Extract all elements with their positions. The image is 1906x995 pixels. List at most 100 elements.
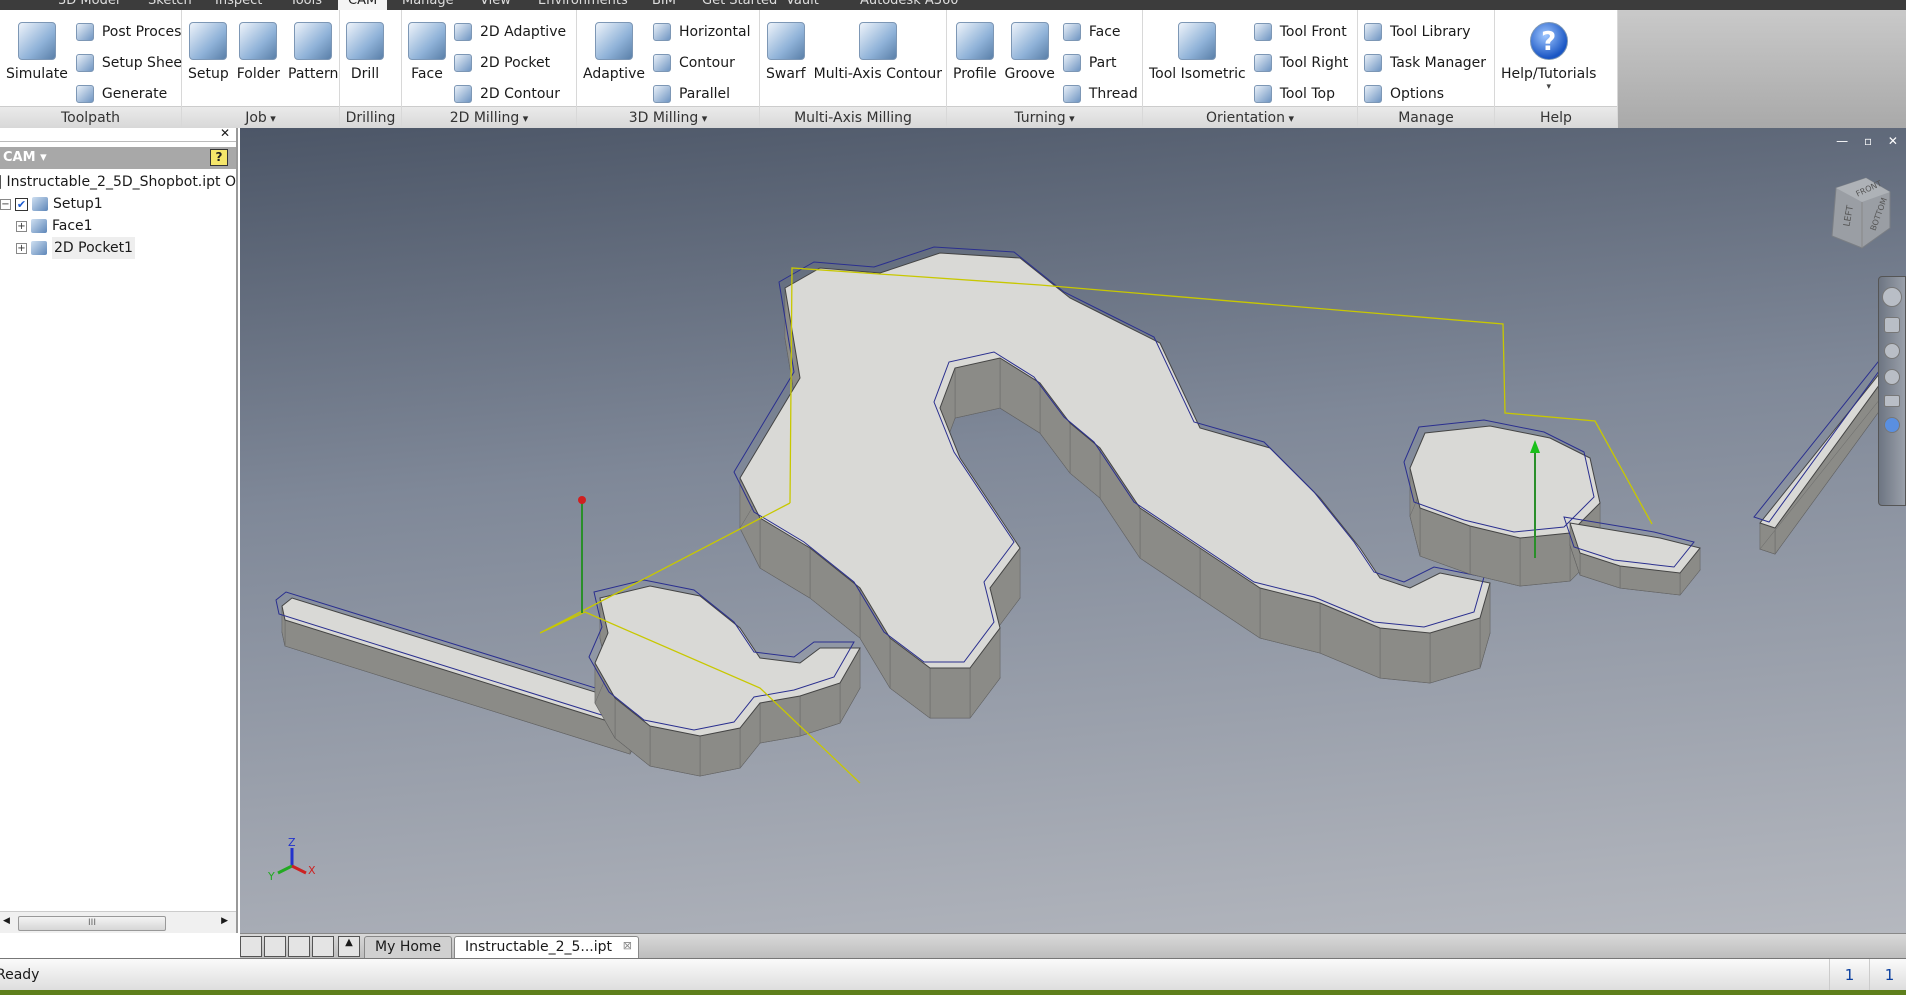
steering-wheel-icon[interactable] <box>1882 287 1902 307</box>
button-stack: 2D Adaptive 2D Pocket 2D Contour <box>450 14 570 111</box>
tab-3d-model[interactable]: 3D Model <box>58 0 119 8</box>
simulate-button[interactable]: Simulate <box>2 20 72 84</box>
part-button[interactable]: Part <box>1062 47 1138 78</box>
tab-tools[interactable]: Tools <box>290 0 322 8</box>
group-label[interactable]: Job ▾ <box>182 106 339 128</box>
part-icon <box>0 175 2 189</box>
tab-vault[interactable]: Vault <box>786 0 819 8</box>
task-manager-button[interactable]: Task Manager <box>1364 47 1486 78</box>
thread-button[interactable]: Thread <box>1062 78 1138 109</box>
setup-button[interactable]: Setup <box>184 20 233 84</box>
tab-my-home[interactable]: My Home <box>364 936 453 958</box>
tool-isometric-button[interactable]: Tool Isometric <box>1145 20 1250 84</box>
document-list-icon[interactable]: ▲ <box>338 936 360 957</box>
button-stack: Face Part Thread <box>1059 14 1142 111</box>
tab-sketch[interactable]: Sketch <box>148 0 192 8</box>
group-label[interactable]: Orientation ▾ <box>1143 106 1357 128</box>
group-label[interactable]: 2D Milling ▾ <box>402 106 576 128</box>
groove-icon <box>1010 22 1049 60</box>
generate-button[interactable]: Generate <box>75 78 189 109</box>
adaptive-button[interactable]: Adaptive <box>579 20 649 84</box>
tab-document[interactable]: Instructable_2_5...ipt ⊠ <box>454 936 639 958</box>
button-label: Face <box>411 66 443 82</box>
cascade-windows-icon[interactable] <box>240 936 262 957</box>
close-icon[interactable]: ✕ <box>220 126 230 140</box>
options-button[interactable]: Options <box>1364 78 1486 109</box>
group-label[interactable]: Turning ▾ <box>947 106 1142 128</box>
chevron-down-icon[interactable]: ▾ <box>1285 112 1294 125</box>
tool-library-button[interactable]: Tool Library <box>1364 16 1486 47</box>
tree-setup[interactable]: − ✔ Setup1 <box>0 193 236 215</box>
ribbon-group-2d-milling: Face 2D Adaptive 2D Pocket 2D Contour 2D Mil… <box>402 10 577 128</box>
scrollbar-thumb[interactable]: III <box>18 916 166 931</box>
post-process-button[interactable]: Post Process <box>75 16 189 47</box>
chevron-down-icon[interactable]: ▾ <box>267 112 276 125</box>
contour-button[interactable]: Contour <box>652 47 750 78</box>
look-at-icon[interactable] <box>1884 395 1900 407</box>
viewcube[interactable]: LEFT FRONT BOTTOM <box>1831 177 1891 249</box>
zoom-icon[interactable] <box>1884 343 1900 359</box>
tree-operation[interactable]: +2D Pocket1 <box>0 237 236 259</box>
tool-top-button[interactable]: Tool Top <box>1253 78 1349 109</box>
profile-button[interactable]: Profile <box>949 20 1001 84</box>
help-icon[interactable]: ? <box>210 149 228 166</box>
3d-viewport[interactable]: — ▫ ✕ Z Y X LEFT FRONT BOTTOM <box>240 128 1906 933</box>
scroll-right-icon[interactable]: ▶ <box>221 916 228 926</box>
2d-contour-button[interactable]: 2D Contour <box>454 78 566 109</box>
orbit-icon[interactable] <box>1884 369 1900 385</box>
chevron-down-icon[interactable]: ▾ <box>1066 112 1075 125</box>
pattern-button[interactable]: Pattern <box>284 20 342 84</box>
tile-horizontal-icon[interactable] <box>288 936 310 957</box>
tab-manage[interactable]: Manage <box>402 0 454 8</box>
face-button[interactable]: Face <box>404 20 450 84</box>
close-tab-icon[interactable]: ⊠ <box>623 936 632 956</box>
right-tab[interactable] <box>1563 516 1701 596</box>
chevron-down-icon[interactable]: ▾ <box>1546 82 1551 92</box>
2d-pocket-button[interactable]: 2D Pocket <box>454 47 566 78</box>
groove-button[interactable]: Groove <box>1001 20 1059 84</box>
tool-right-button[interactable]: Tool Right <box>1253 47 1348 78</box>
tile-vertical-icon[interactable] <box>312 936 334 957</box>
help-tutorials-button[interactable]: ? Help/Tutorials ▾ <box>1497 20 1600 94</box>
main-body[interactable] <box>733 246 1491 719</box>
group-label[interactable]: 3D Milling ▾ <box>577 106 759 128</box>
part-model[interactable] <box>275 246 1906 777</box>
view-icon[interactable] <box>1884 417 1900 433</box>
scroll-left-icon[interactable]: ◀ <box>3 916 10 926</box>
pan-icon[interactable] <box>1884 317 1900 333</box>
button-label: Options <box>1390 85 1445 102</box>
expand-icon[interactable]: + <box>16 242 27 254</box>
tab-autodesk-a360[interactable]: Autodesk A360 <box>860 0 959 8</box>
parallel-button[interactable]: Parallel <box>652 78 750 109</box>
chevron-down-icon[interactable]: ▾ <box>519 112 529 125</box>
tab-get-started[interactable]: Get Started <box>702 0 777 8</box>
face-button[interactable]: Face <box>1062 16 1138 47</box>
tab-cam[interactable]: CAM <box>338 0 388 10</box>
swarf-button[interactable]: Swarf <box>762 20 810 84</box>
horizontal-scrollbar[interactable]: ◀ III ▶ <box>0 911 236 933</box>
expand-icon[interactable]: + <box>16 220 27 232</box>
tile-windows-icon[interactable] <box>264 936 286 957</box>
left-island[interactable] <box>588 579 861 777</box>
tab-inspect[interactable]: Inspect <box>215 0 262 8</box>
tool-front-button[interactable]: Tool Front <box>1253 16 1349 47</box>
setup-checkbox[interactable]: ✔ <box>15 197 28 211</box>
2d-adaptive-button[interactable]: 2D Adaptive <box>454 16 566 47</box>
horizontal-button[interactable]: Horizontal <box>652 16 751 47</box>
folder-button[interactable]: Folder <box>233 20 284 84</box>
tab-bim[interactable]: BIM <box>652 0 676 8</box>
tree-operation[interactable]: + Face1 <box>0 215 236 237</box>
drill-button[interactable]: Drill <box>342 20 388 84</box>
left-handle[interactable] <box>275 591 641 755</box>
tab-view[interactable]: View <box>480 0 511 8</box>
group-label-text: Drilling <box>345 110 396 126</box>
setup-sheet-button[interactable]: Setup Sheet <box>75 47 189 78</box>
right-island[interactable] <box>1403 419 1601 587</box>
browser-header[interactable]: CAM ▾? <box>0 147 236 169</box>
collapse-icon[interactable]: − <box>0 198 11 210</box>
button-label: Horizontal <box>678 23 751 40</box>
chevron-down-icon[interactable]: ▾ <box>698 112 708 125</box>
tab-environments[interactable]: Environments <box>538 0 628 8</box>
multi-axis-contour-button[interactable]: Multi-Axis Contour <box>810 20 946 84</box>
tree-root[interactable]: Instructable_2_5D_Shopbot.ipt O <box>0 171 236 193</box>
